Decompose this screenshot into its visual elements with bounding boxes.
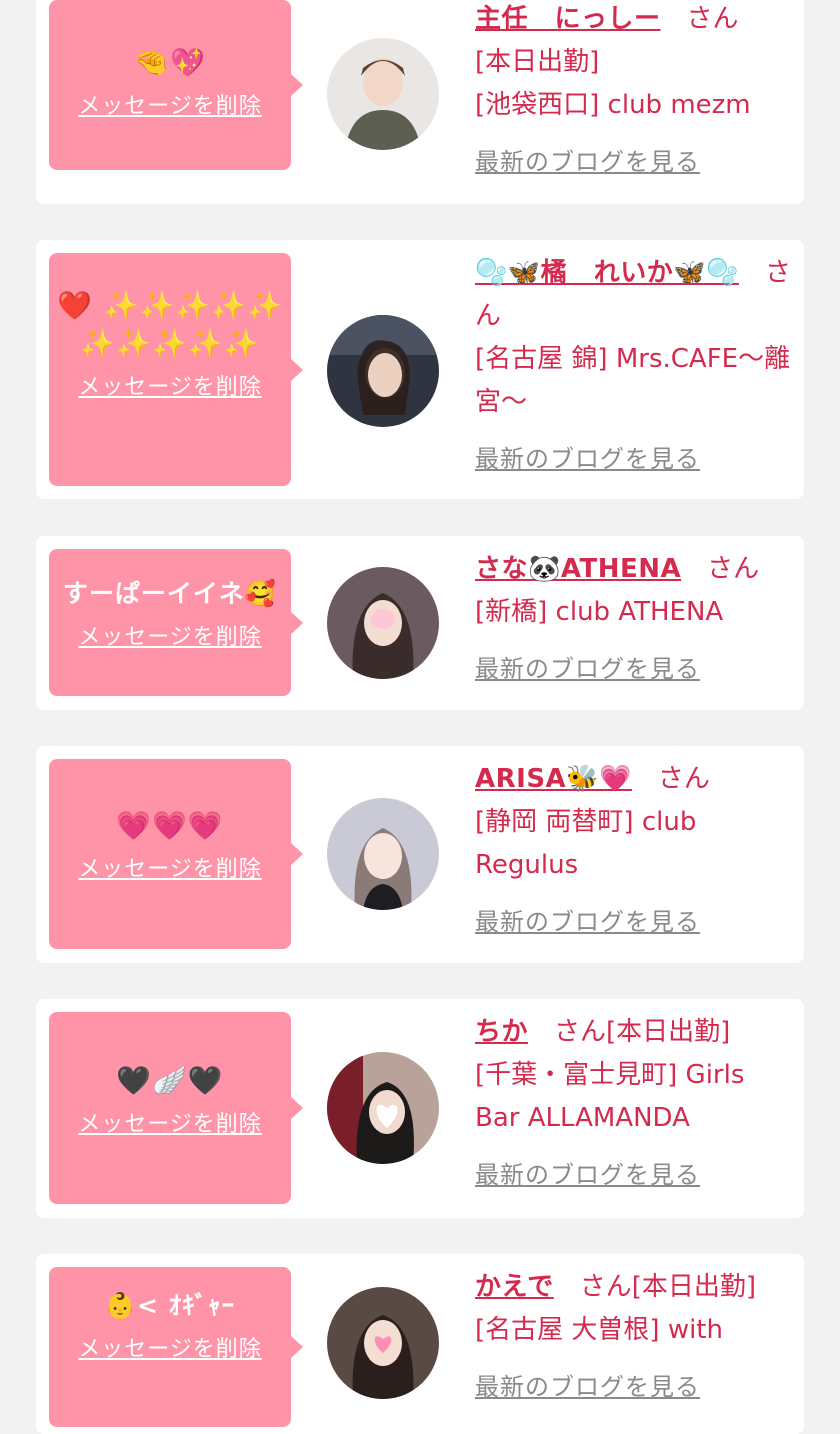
delete-message-button[interactable]: メッセージを削除 xyxy=(78,88,262,120)
cast-name-link[interactable]: ちか xyxy=(475,1017,528,1047)
message-card: 🤏💖 メッセージを削除 主任 にっしー さん [本日出勤] [池袋西口] club… xyxy=(36,0,804,204)
stamp-message: すーぱーイイネ🥰 xyxy=(62,579,278,608)
stamp-bubble: ❤️ ✨✨✨✨✨✨✨✨✨✨ メッセージを削除 xyxy=(49,253,303,486)
latest-blog-link[interactable]: 最新のブログを見る xyxy=(475,1154,700,1197)
latest-blog-link[interactable]: 最新のブログを見る xyxy=(475,648,700,691)
message-card: 🖤🪽🖤 メッセージを削除 ちか さん[本日出勤] [千葉・富士見町] Girls … xyxy=(36,999,804,1218)
message-card: すーぱーイイネ🥰 メッセージを削除 さな🐼ATHENA さん [新橋] club … xyxy=(36,536,804,710)
status-text: [本日出勤] xyxy=(475,47,600,77)
avatar-photo xyxy=(327,1052,439,1164)
stamp-message: 🖤🪽🖤 xyxy=(116,1064,224,1097)
latest-blog-link[interactable]: 最新のブログを見る xyxy=(475,901,700,944)
status-text: [本日出勤] xyxy=(606,1017,731,1047)
message-card: 💗💗💗 メッセージを削除 ARISA🐝💗 さん [静岡 両替町] club Reg… xyxy=(36,746,804,963)
cast-name-link[interactable]: さな🐼ATHENA xyxy=(475,554,681,584)
avatar-photo xyxy=(327,38,439,150)
cast-info: さな🐼ATHENA さん [新橋] club ATHENA 最新のブログを見る xyxy=(475,548,793,691)
delete-message-button[interactable]: メッセージを削除 xyxy=(78,619,262,651)
honorific: さん xyxy=(579,1272,632,1302)
avatar[interactable] xyxy=(327,38,439,150)
shop-text: [名古屋 大曽根] with xyxy=(475,1315,723,1345)
shop-text: [名古屋 錦] Mrs.CAFE〜離宮〜 xyxy=(475,344,791,417)
avatar[interactable] xyxy=(327,798,439,910)
shop-text: [千葉・富士見町] Girls Bar ALLAMANDA xyxy=(475,1060,745,1133)
cast-info: かえで さん[本日出勤] [名古屋 大曽根] with 最新のブログを見る xyxy=(475,1266,793,1409)
honorific: さん xyxy=(554,1017,607,1047)
cast-info: 主任 にっしー さん [本日出勤] [池袋西口] club mezm 最新のブログ… xyxy=(475,0,793,184)
stamp-message: ❤️ ✨✨✨✨✨✨✨✨✨✨ xyxy=(57,289,283,360)
delete-message-button[interactable]: メッセージを削除 xyxy=(78,1331,262,1363)
stamp-message: 👶< ｵｷﾞｬｰ xyxy=(104,1291,236,1320)
cast-info: ちか さん[本日出勤] [千葉・富士見町] Girls Bar ALLAMANDA… xyxy=(475,1011,793,1197)
stamp-message: 🤏💖 xyxy=(134,46,206,79)
stamp-bubble: すーぱーイイネ🥰 メッセージを削除 xyxy=(49,549,303,696)
latest-blog-link[interactable]: 最新のブログを見る xyxy=(475,1366,700,1409)
stamp-bubble: 🤏💖 メッセージを削除 xyxy=(49,0,303,170)
avatar-photo xyxy=(327,567,439,679)
stamp-bubble: 💗💗💗 メッセージを削除 xyxy=(49,759,303,949)
avatar[interactable] xyxy=(327,1052,439,1164)
stamp-bubble: 👶< ｵｷﾞｬｰ メッセージを削除 xyxy=(49,1267,303,1427)
avatar[interactable] xyxy=(327,315,439,427)
cast-name-link[interactable]: かえで xyxy=(475,1272,554,1302)
delete-message-button[interactable]: メッセージを削除 xyxy=(78,369,262,401)
shop-text: [静岡 両替町] club Regulus xyxy=(475,807,697,880)
stamp-bubble: 🖤🪽🖤 メッセージを削除 xyxy=(49,1012,303,1204)
shop-text: [池袋西口] club mezm xyxy=(475,90,751,120)
honorific: さん xyxy=(686,4,739,34)
latest-blog-link[interactable]: 最新のブログを見る xyxy=(475,141,700,184)
delete-message-button[interactable]: メッセージを削除 xyxy=(78,1106,262,1138)
cast-name-link[interactable]: 主任 にっしー xyxy=(475,4,661,34)
message-card: 👶< ｵｷﾞｬｰ メッセージを削除 かえで さん[本日出勤] [名古屋 大曽根] … xyxy=(36,1254,804,1434)
latest-blog-link[interactable]: 最新のブログを見る xyxy=(475,438,700,481)
message-card: ❤️ ✨✨✨✨✨✨✨✨✨✨ メッセージを削除 🫧🦋橘 れいか🦋🫧 さん [名古屋 … xyxy=(36,240,804,499)
status-text: [本日出勤] xyxy=(631,1272,757,1302)
avatar-photo xyxy=(327,1287,439,1399)
honorific: さん xyxy=(707,554,760,584)
avatar[interactable] xyxy=(327,567,439,679)
cast-info: ARISA🐝💗 さん [静岡 両替町] club Regulus 最新のブログを見… xyxy=(475,758,793,944)
honorific: さん xyxy=(657,764,710,794)
shop-text: [新橋] club ATHENA xyxy=(475,597,724,627)
delete-message-button[interactable]: メッセージを削除 xyxy=(78,851,262,883)
avatar-photo xyxy=(327,798,439,910)
avatar[interactable] xyxy=(327,1287,439,1399)
avatar-photo xyxy=(327,315,439,427)
stamp-message: 💗💗💗 xyxy=(116,809,224,842)
cast-name-link[interactable]: ARISA🐝💗 xyxy=(475,764,632,794)
cast-name-link[interactable]: 🫧🦋橘 れいか🦋🫧 xyxy=(475,258,739,288)
cast-info: 🫧🦋橘 れいか🦋🫧 さん [名古屋 錦] Mrs.CAFE〜離宮〜 最新のブログを… xyxy=(475,252,793,481)
